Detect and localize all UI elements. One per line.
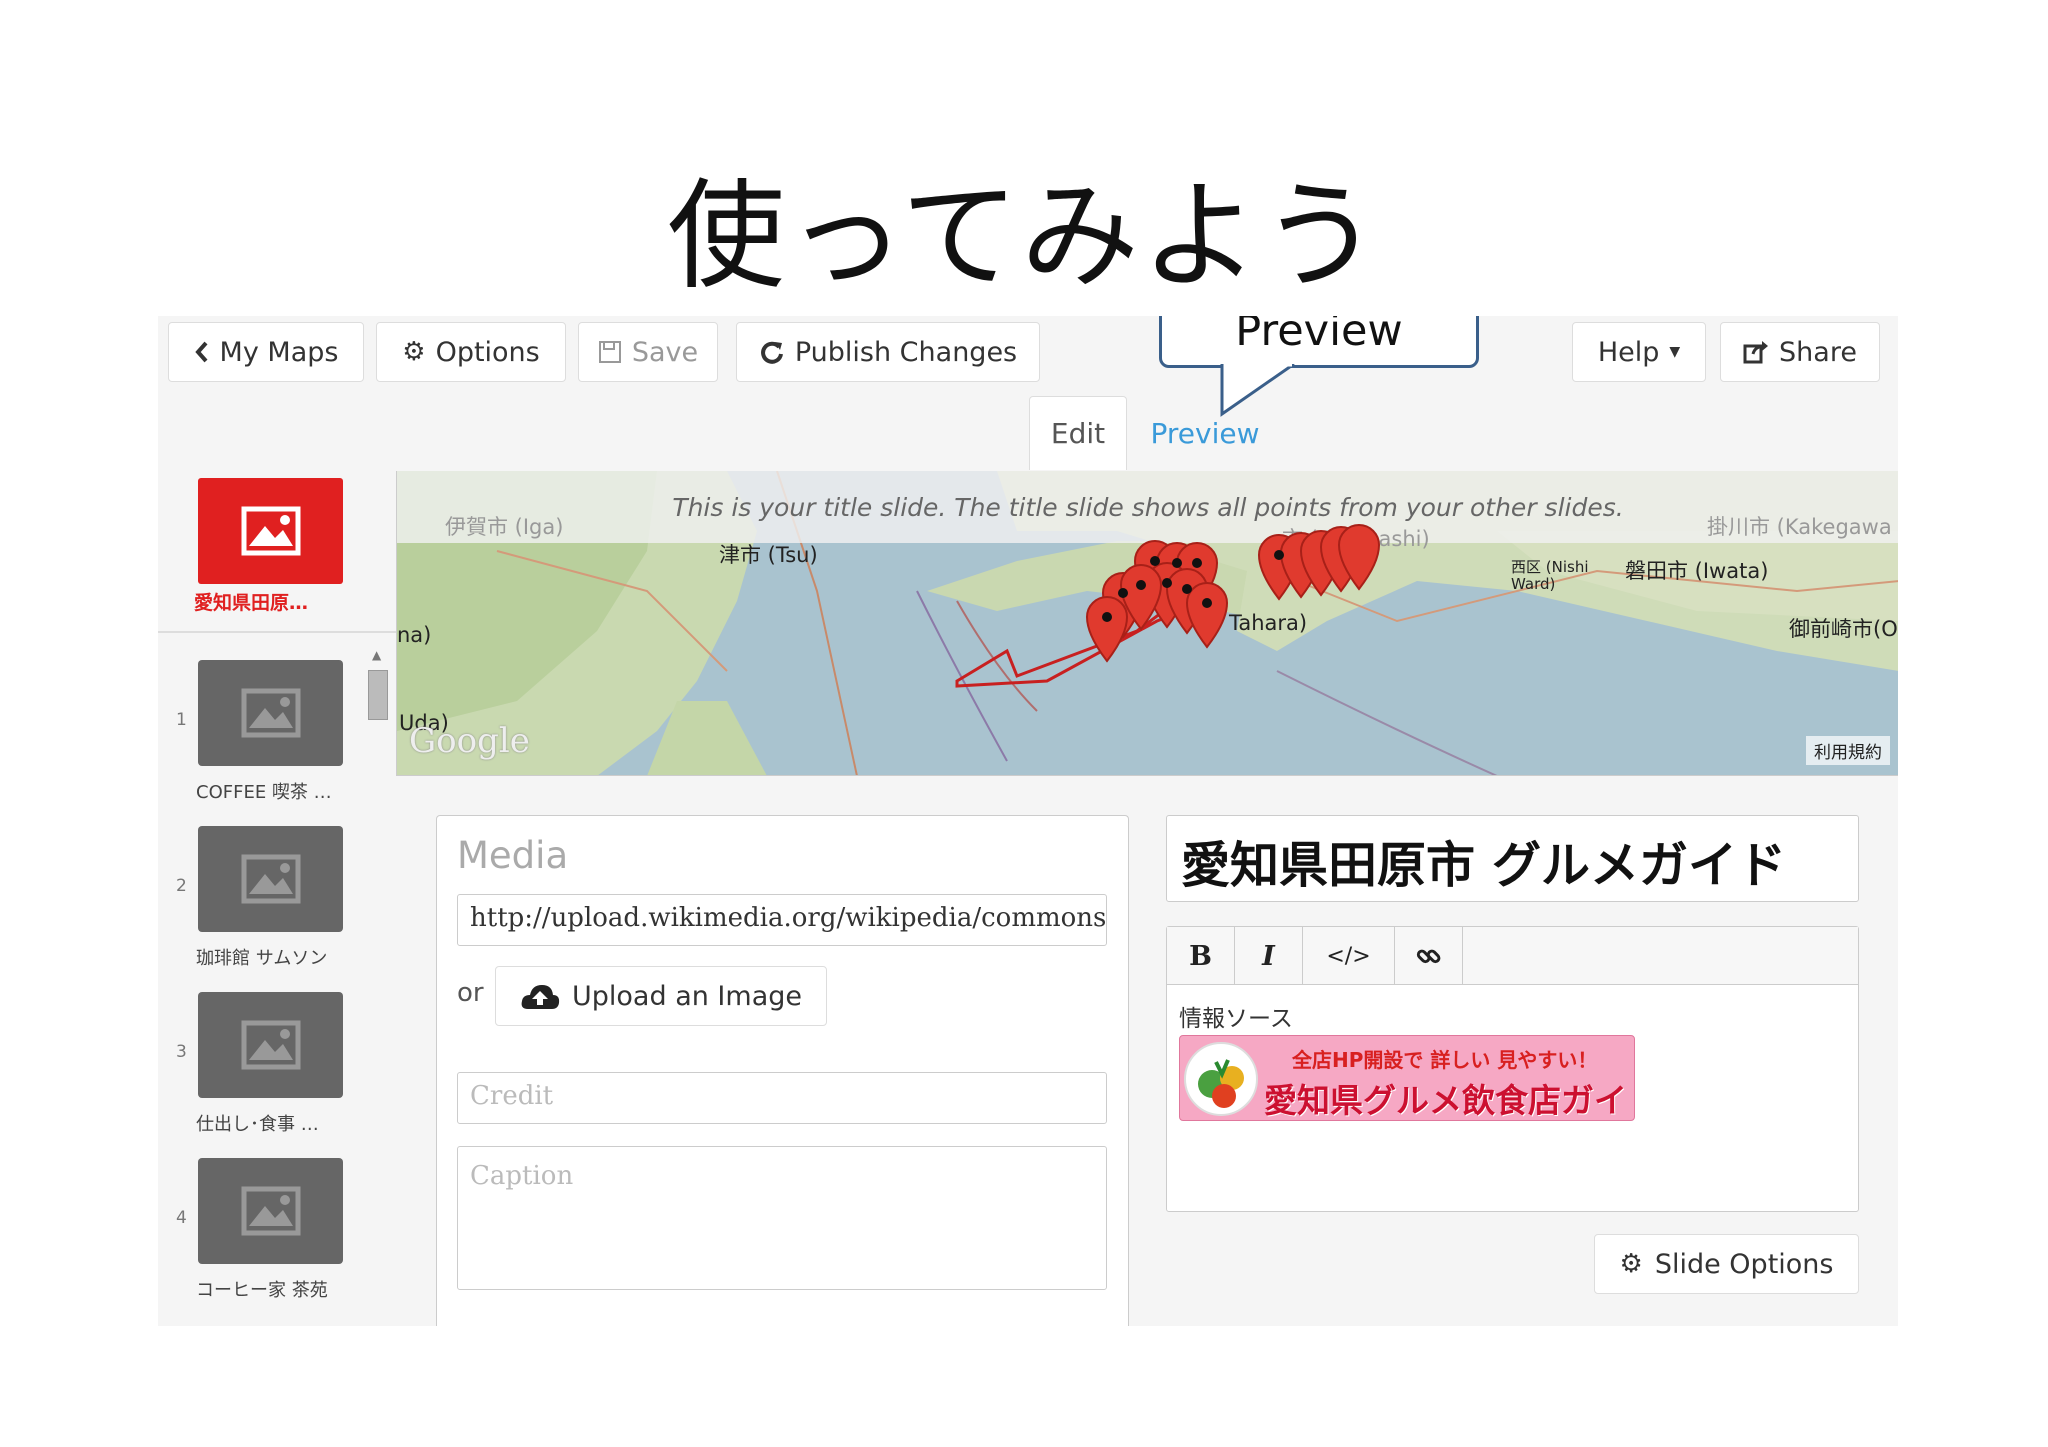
gear-icon: ⚙ bbox=[1619, 1249, 1643, 1279]
banner-title: 愛知県グルメ飲食店ガイド bbox=[1264, 1081, 1635, 1120]
cloud-upload-icon bbox=[521, 985, 560, 1009]
image-icon bbox=[241, 688, 300, 738]
slide-thumbnail[interactable] bbox=[198, 660, 343, 766]
caption-textarea[interactable]: Caption bbox=[457, 1146, 1107, 1290]
image-icon bbox=[241, 854, 300, 904]
map-preview[interactable]: This is your title slide. The title slid… bbox=[396, 471, 1898, 776]
help-dropdown[interactable]: Help ▼ bbox=[1572, 322, 1706, 382]
slide-label: COFFEE 喫茶 … bbox=[196, 782, 332, 803]
tab-edit[interactable]: Edit bbox=[1029, 396, 1127, 470]
image-icon bbox=[241, 506, 300, 556]
slide-number: 2 bbox=[176, 876, 187, 896]
bold-button[interactable]: B bbox=[1167, 927, 1235, 985]
share-icon bbox=[1743, 341, 1769, 364]
slide-list-item[interactable]: 4 コーヒー家 茶苑 bbox=[158, 1158, 358, 1318]
slide-label: 珈琲館 サムソン bbox=[196, 948, 328, 969]
storymap-editor: My Maps ⚙ Options Save Publish Changes H… bbox=[158, 316, 1898, 1326]
publish-changes-button[interactable]: Publish Changes bbox=[736, 322, 1040, 382]
google-logo: Google bbox=[409, 721, 530, 761]
banner-tagline: 全店HP開設で 詳しい 見やすい！ bbox=[1292, 1048, 1598, 1072]
caret-down-icon: ▼ bbox=[1669, 344, 1681, 360]
slide-number: 1 bbox=[176, 710, 187, 730]
callout-tail bbox=[1220, 364, 1295, 417]
preview-callout: Preview bbox=[1159, 316, 1479, 368]
slide-label: コーヒー家 茶苑 bbox=[196, 1280, 328, 1301]
or-label: or bbox=[457, 978, 484, 1008]
floppy-disk-icon bbox=[598, 341, 621, 363]
scrollbar-thumb[interactable] bbox=[368, 670, 388, 720]
headline-input[interactable]: 愛知県田原市 グルメガイド bbox=[1166, 815, 1859, 902]
credit-input[interactable]: Credit bbox=[457, 1072, 1107, 1124]
slide-number: 4 bbox=[176, 1208, 187, 1228]
title-slide-thumbnail[interactable] bbox=[198, 478, 343, 584]
slide-number: 3 bbox=[176, 1042, 187, 1062]
image-icon bbox=[241, 1020, 300, 1070]
slide-thumbnail[interactable] bbox=[198, 992, 343, 1098]
sidebar-divider bbox=[158, 631, 396, 633]
italic-button[interactable]: I bbox=[1235, 927, 1303, 985]
gear-icon: ⚙ bbox=[402, 337, 426, 367]
map-terms-link[interactable]: 利用規約 bbox=[1806, 736, 1890, 765]
slide-options-label: Slide Options bbox=[1654, 1248, 1834, 1280]
upload-image-button[interactable]: Upload an Image bbox=[495, 966, 827, 1026]
refresh-icon bbox=[760, 341, 783, 364]
slide-options-button[interactable]: ⚙ Slide Options bbox=[1594, 1234, 1859, 1294]
code-button[interactable]: </> bbox=[1303, 927, 1395, 985]
map-markers bbox=[1085, 524, 1381, 663]
slide-list-item[interactable]: 3 仕出し･食事 … bbox=[158, 992, 358, 1152]
vegetables-logo-icon bbox=[1184, 1042, 1258, 1116]
link-button[interactable] bbox=[1395, 927, 1463, 985]
media-heading: Media bbox=[457, 834, 569, 877]
chevron-left-icon bbox=[194, 341, 208, 363]
image-icon bbox=[241, 1186, 300, 1236]
options-label: Options bbox=[435, 336, 540, 368]
presentation-page: 使ってみよう My Maps ⚙ Options Save Publish Ch… bbox=[0, 0, 2048, 1447]
scroll-up-arrow-icon[interactable]: ▲ bbox=[372, 648, 381, 662]
sidebar-scrollbar[interactable]: ▲ ▼ bbox=[366, 648, 390, 1326]
options-button[interactable]: ⚙ Options bbox=[376, 322, 566, 382]
publish-changes-label: Publish Changes bbox=[794, 336, 1018, 368]
save-label: Save bbox=[631, 336, 699, 368]
slide-title: 使ってみよう bbox=[666, 167, 1382, 305]
slide-list-item[interactable]: 2 珈琲館 サムソン bbox=[158, 826, 358, 986]
slide-list-item[interactable]: 1 COFFEE 喫茶 … bbox=[158, 660, 358, 820]
slide-thumbnail[interactable] bbox=[198, 1158, 343, 1264]
editor-toolbar: B I </> bbox=[1167, 927, 1858, 985]
media-url-input[interactable]: http://upload.wikimedia.org/wikipedia/co… bbox=[457, 894, 1107, 946]
slide-label: 仕出し･食事 … bbox=[196, 1114, 319, 1135]
link-icon bbox=[1416, 949, 1440, 964]
my-maps-button[interactable]: My Maps bbox=[168, 322, 364, 382]
slide-list-sidebar: 愛知県田原… 1 COFFEE 喫茶 … 2 珈琲館 サムソン 3 仕出し･食事… bbox=[158, 470, 396, 1326]
title-slide-label: 愛知県田原… bbox=[194, 592, 309, 614]
rich-text-editor[interactable]: B I </> 情報ソース 全店HP開設で 詳しい 見やすい！ 愛知県グルメ飲食… bbox=[1166, 926, 1859, 1212]
upload-image-label: Upload an Image bbox=[572, 980, 802, 1012]
editor-text: 情報ソース bbox=[1179, 1006, 1293, 1032]
media-panel: Media http://upload.wikimedia.org/wikipe… bbox=[436, 815, 1129, 1326]
share-button[interactable]: Share bbox=[1720, 322, 1880, 382]
save-button[interactable]: Save bbox=[578, 322, 718, 382]
gourmet-guide-banner-image[interactable]: 全店HP開設で 詳しい 見やすい！ 愛知県グルメ飲食店ガイド bbox=[1179, 1035, 1635, 1121]
slide-thumbnail[interactable] bbox=[198, 826, 343, 932]
help-label: Help bbox=[1597, 336, 1660, 368]
my-maps-label: My Maps bbox=[219, 336, 339, 368]
share-label: Share bbox=[1779, 336, 1857, 368]
